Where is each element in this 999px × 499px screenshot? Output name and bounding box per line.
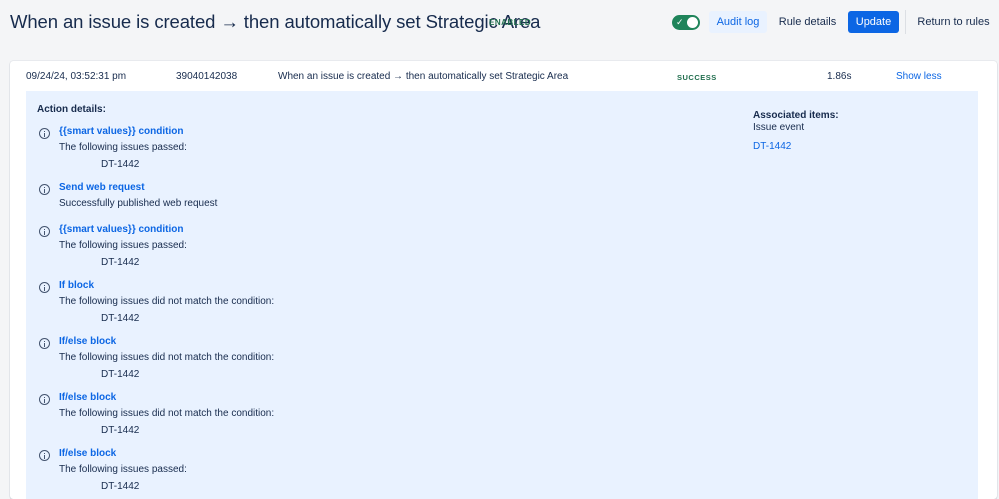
info-icon (39, 450, 50, 461)
action-title[interactable]: If block (59, 280, 94, 291)
action-details-panel: Action details: {{smart values}} conditi… (26, 91, 978, 499)
action-description: The following issues passed: (59, 142, 187, 153)
action-title[interactable]: Send web request (59, 182, 145, 193)
action-issue-key: DT-1442 (101, 257, 140, 268)
action-description: The following issues passed: (59, 464, 187, 475)
audit-log-button[interactable]: Audit log (709, 11, 767, 33)
entry-status-badge: SUCCESS (677, 73, 717, 82)
action-description: The following issues did not match the c… (59, 408, 275, 419)
associated-issue-link[interactable]: DT-1442 (753, 141, 839, 152)
entry-rule-name: When an issue is created → then automati… (278, 71, 569, 82)
action-description: The following issues did not match the c… (59, 352, 275, 363)
action-description: Successfully published web request (59, 198, 218, 209)
action-title[interactable]: {{smart values}} condition (59, 224, 183, 235)
info-icon (39, 128, 50, 139)
entry-id: 39040142038 (176, 71, 238, 82)
associated-items-subtitle: Issue event (753, 122, 805, 133)
entry-duration: 1.86s (827, 71, 852, 82)
action-title[interactable]: If/else block (59, 336, 116, 347)
action-description: The following issues did not match the c… (59, 296, 275, 307)
entry-timestamp: 09/24/24, 03:52:31 pm (26, 71, 127, 82)
associated-items: Associated items: Issue event DT-1442 (753, 110, 839, 152)
status-badge: ENABLED (489, 18, 532, 27)
action-issue-key: DT-1442 (101, 369, 140, 380)
rule-enabled-toggle[interactable]: ✓ (672, 15, 700, 30)
show-less-link[interactable]: Show less (896, 71, 942, 82)
action-title[interactable]: {{smart values}} condition (59, 126, 183, 137)
update-button[interactable]: Update (848, 11, 899, 33)
action-title[interactable]: If/else block (59, 448, 116, 459)
check-icon: ✓ (676, 17, 684, 27)
info-icon (39, 226, 50, 237)
info-icon (39, 394, 50, 405)
rule-details-button[interactable]: Rule details (775, 11, 840, 33)
action-details-heading: Action details: (37, 104, 106, 115)
audit-log-entry-card: 09/24/24, 03:52:31 pm 39040142038 When a… (10, 61, 997, 499)
page-title: When an issue is created → then automati… (10, 11, 541, 32)
associated-items-heading: Associated items: (753, 110, 839, 121)
info-icon (39, 282, 50, 293)
header-divider (905, 10, 906, 34)
rule-header: When an issue is created → then automati… (0, 0, 999, 46)
info-icon (39, 184, 50, 195)
action-issue-key: DT-1442 (101, 425, 140, 436)
action-issue-key: DT-1442 (101, 481, 140, 492)
action-issue-key: DT-1442 (101, 159, 140, 170)
return-to-rules-button[interactable]: Return to rules (915, 11, 992, 33)
info-icon (39, 338, 50, 349)
toggle-knob (687, 17, 698, 28)
action-title[interactable]: If/else block (59, 392, 116, 403)
action-description: The following issues passed: (59, 240, 187, 251)
action-issue-key: DT-1442 (101, 313, 140, 324)
